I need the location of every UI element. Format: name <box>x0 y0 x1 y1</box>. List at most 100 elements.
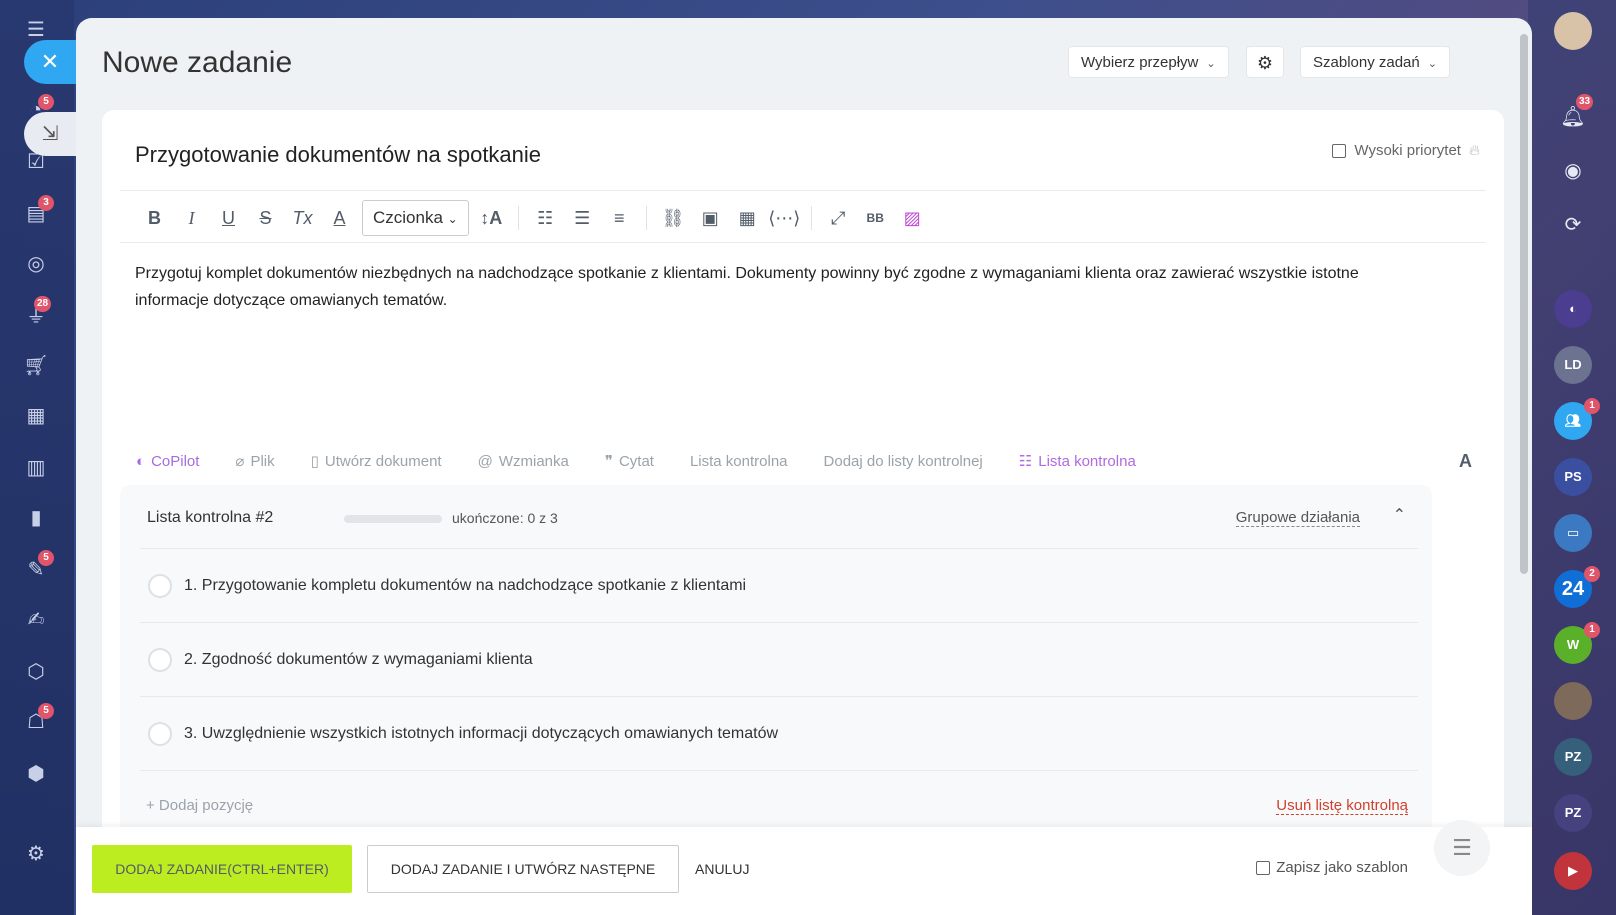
divider <box>120 190 1486 191</box>
video-call-avatar[interactable]: ▶ <box>1554 852 1592 890</box>
fullscreen-icon[interactable]: ⤢ <box>820 200 857 236</box>
task-title-input[interactable]: Przygotowanie dokumentów na spotkanie <box>135 142 541 168</box>
editor-toolbar: B I U S Tx A Czcionka ⌄ ↕A ☷ ☰ ≡ ⛓ ▣ ▦ ⟨… <box>136 198 931 238</box>
add-task-button[interactable]: DODAJ ZADANIE(CTRL+ENTER) <box>92 845 352 893</box>
target-icon[interactable]: ◎ <box>22 250 50 278</box>
mention-button[interactable]: @ Wzmianka <box>478 453 569 470</box>
cart-icon[interactable]: 🛒︎ <box>22 352 50 380</box>
checklist-item[interactable]: 1. Przygotowanie kompletu dokumentów na … <box>140 548 1418 622</box>
contact-avatar[interactable]: PZ <box>1554 794 1592 832</box>
new-checklist-button[interactable]: ☷ Lista kontrolna <box>1019 452 1136 471</box>
font-select[interactable]: Czcionka ⌄ <box>362 200 469 236</box>
right-rail: 🔔︎ 33 ◉ ⟳ ◐ LD 👥︎ 1 PS ▭ 24 2 W 1 PZ PZ … <box>1528 0 1616 915</box>
text-format-toggle[interactable]: A <box>1459 451 1472 472</box>
checklist-item[interactable]: 3. Uwzględnienie wszystkich istotnych in… <box>140 696 1418 770</box>
fingerprint-icon[interactable]: ◉ <box>1558 156 1588 186</box>
add-to-checklist-label: Dodaj do listy kontrolnej <box>823 452 983 470</box>
list-icon[interactable]: ☰ <box>1434 820 1490 876</box>
team-badge: 1 <box>1584 398 1600 414</box>
checklist-item-text[interactable]: 3. Uwzględnienie wszystkich istotnych in… <box>184 725 778 743</box>
checklist-item[interactable]: 2. Zgodność dokumentów z wymaganiami kli… <box>140 622 1418 696</box>
calendar-icon[interactable]: ▥ <box>22 454 50 482</box>
text-color-icon[interactable]: A <box>321 200 358 236</box>
page-title: Nowe zadanie <box>102 46 293 79</box>
checklist-item-text[interactable]: 2. Zgodność dokumentów z wymaganiami kli… <box>184 651 533 669</box>
minimize-button[interactable]: ⇲ <box>24 112 76 156</box>
contact-avatar[interactable]: PS <box>1554 458 1592 496</box>
copilot-button[interactable]: ◐ CoPilot <box>136 453 199 470</box>
font-size-icon[interactable]: ↕A <box>473 200 510 236</box>
priority-label: Wysoki priorytet <box>1354 142 1461 159</box>
toolbar-separator <box>645 206 647 230</box>
templates-select[interactable]: Szablony zadań ⌄ <box>1300 46 1450 78</box>
quote-label: Cytat <box>618 452 654 470</box>
settings-icon[interactable]: ⚙ <box>22 840 50 868</box>
rail-badge: 3 <box>38 195 54 211</box>
package-icon[interactable]: ⬢ <box>22 760 50 788</box>
priority-checkbox[interactable] <box>1332 143 1347 158</box>
rail-badge: 5 <box>38 703 54 719</box>
sign-icon[interactable]: ✍ <box>22 606 50 634</box>
cancel-button[interactable]: ANULUJ <box>695 845 749 893</box>
checklist-progress-bar <box>344 515 442 523</box>
mention-label: Wzmianka <box>498 452 569 470</box>
align-left-icon[interactable]: ≡ <box>601 200 638 236</box>
code-icon[interactable]: ⟨⋯⟩ <box>766 200 803 236</box>
photo-avatar[interactable] <box>1554 682 1592 720</box>
task-description[interactable]: Przygotuj komplet dokumentów niezbędnych… <box>135 260 1365 314</box>
strikethrough-icon[interactable]: S <box>247 200 284 236</box>
checklist-item-radio[interactable] <box>148 647 172 672</box>
quote-button[interactable]: ❞ Cytat <box>605 452 654 471</box>
chevron-down-icon: ⌄ <box>1427 58 1437 70</box>
scrollbar[interactable] <box>1520 34 1528 574</box>
add-and-next-button[interactable]: DODAJ ZADANIE I UTWÓRZ NASTĘPNE <box>367 845 679 893</box>
close-button[interactable]: ✕ <box>24 40 76 84</box>
save-template-toggle[interactable]: Zapisz jako szablon <box>1256 859 1408 876</box>
sync-icon[interactable]: ⟳ <box>1558 210 1588 240</box>
bold-icon[interactable]: B <box>136 200 173 236</box>
italic-icon[interactable]: I <box>173 200 210 236</box>
contact-avatar[interactable]: PZ <box>1554 738 1592 776</box>
toolbar-separator <box>810 206 812 230</box>
save-template-checkbox[interactable] <box>1256 860 1271 875</box>
link-icon[interactable]: ⛓ <box>655 200 692 236</box>
chevron-up-icon[interactable]: ⌃ <box>1393 505 1406 525</box>
group-actions-link[interactable]: Grupowe działania <box>1235 509 1360 527</box>
table-icon[interactable]: ▦ <box>729 200 766 236</box>
priority-toggle[interactable]: Wysoki priorytet 🔥︎ <box>1332 142 1480 159</box>
copilot-label: CoPilot <box>151 452 200 470</box>
create-document-button[interactable]: ▯ Utwórz dokument <box>311 452 442 471</box>
user-avatar[interactable] <box>1554 12 1592 50</box>
hexagon-icon[interactable]: ⬡ <box>22 658 50 686</box>
add-item-link[interactable]: + Dodaj pozycję <box>146 797 253 815</box>
checklist-button[interactable]: Lista kontrolna <box>690 453 788 470</box>
bulleted-list-icon[interactable]: ☰ <box>564 200 601 236</box>
checklist-item-radio[interactable] <box>148 721 172 746</box>
contact-avatar[interactable]: LD <box>1554 346 1592 384</box>
file-button[interactable]: ⌀ Plik <box>235 452 274 471</box>
w-badge: 1 <box>1584 622 1600 638</box>
rail-badge: 5 <box>38 94 54 110</box>
bbcode-icon[interactable]: BB <box>857 200 894 236</box>
chevron-down-icon: ⌄ <box>1206 58 1216 70</box>
underline-icon[interactable]: U <box>210 200 247 236</box>
image-icon[interactable]: ▣ <box>692 200 729 236</box>
flow-select[interactable]: Wybierz przepływ ⌄ <box>1068 46 1229 78</box>
store-icon[interactable]: ▦ <box>22 402 50 430</box>
checklist-item-radio[interactable] <box>148 573 172 598</box>
analytics-icon[interactable]: ▮ <box>22 504 50 532</box>
checklist-title[interactable]: Lista kontrolna #2 <box>147 509 273 527</box>
divider <box>120 242 1486 243</box>
settings-button[interactable]: ⚙ <box>1246 46 1284 78</box>
ai-image-icon[interactable]: ▨ <box>894 200 931 236</box>
copilot-avatar[interactable]: ◐ <box>1554 290 1592 328</box>
clear-format-icon[interactable]: Tx <box>284 200 321 236</box>
numbered-list-icon[interactable]: ☷ <box>527 200 564 236</box>
copilot-icon: ◐ <box>136 452 146 470</box>
task-card: Przygotowanie dokumentów na spotkanie Wy… <box>102 110 1504 875</box>
add-to-checklist-button[interactable]: Dodaj do listy kontrolnej <box>824 453 983 470</box>
checklist-item-text[interactable]: 1. Przygotowanie kompletu dokumentów na … <box>184 577 746 595</box>
checklist-status: ukończone: 0 z 3 <box>452 510 558 526</box>
chat-avatar[interactable]: ▭ <box>1554 514 1592 552</box>
remove-checklist-link[interactable]: Usuń listę kontrolną <box>1276 797 1408 815</box>
